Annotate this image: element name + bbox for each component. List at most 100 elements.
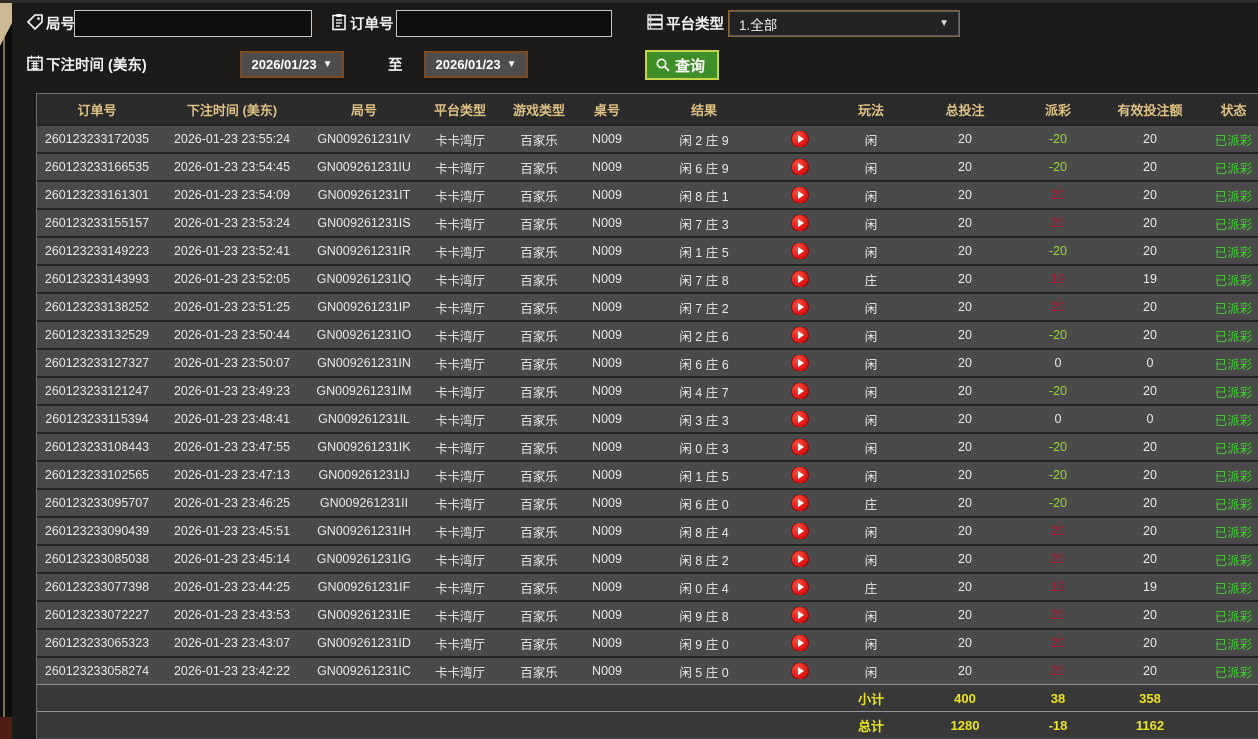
date-to-picker[interactable]: 2026/01/23 ▼ xyxy=(424,51,528,78)
bet-time-cell: 2026-01-23 23:47:13 xyxy=(173,468,291,482)
play-video-icon[interactable] xyxy=(792,327,808,343)
play-video-icon[interactable] xyxy=(792,523,808,539)
round-no-cell: GN009261231IT xyxy=(317,188,411,202)
platform-cell: 卡卡湾厅 xyxy=(434,413,485,428)
table-no-cell: N009 xyxy=(592,636,622,650)
date-from-picker[interactable]: 2026/01/23 ▼ xyxy=(240,51,344,78)
play-cell xyxy=(773,495,827,511)
round-no-cell: GN009261231IG xyxy=(316,552,412,566)
platform-cell: 卡卡湾厅 xyxy=(434,525,485,540)
bet-on-cell: 闲 xyxy=(864,217,878,232)
table-row: 260123233149223 2026-01-23 23:52:41 GN0092… xyxy=(37,236,1258,264)
bet-on-cell: 闲 xyxy=(864,189,878,204)
play-video-icon[interactable] xyxy=(792,355,808,371)
platform-cell: 卡卡湾厅 xyxy=(434,609,485,624)
game-type-cell: 百家乐 xyxy=(520,189,558,204)
play-video-icon[interactable] xyxy=(792,579,808,595)
play-video-icon[interactable] xyxy=(792,551,808,567)
order-no-cell: 260123233143993 xyxy=(44,272,150,286)
table-no-cell: N009 xyxy=(592,664,622,678)
bet-time-cell: 2026-01-23 23:43:53 xyxy=(173,608,291,622)
bet-on-cell: 闲 xyxy=(864,553,878,568)
play-video-icon[interactable] xyxy=(792,299,808,315)
game-type-cell: 百家乐 xyxy=(520,637,558,652)
subtotal-row: 小计 400 38 358 xyxy=(37,684,1258,711)
play-cell xyxy=(773,607,827,623)
round-no-cell: GN009261231IK xyxy=(317,440,411,454)
play-video-icon[interactable] xyxy=(792,271,808,287)
total-bet-cell: 20 xyxy=(958,580,972,594)
valid-bet-cell: 20 xyxy=(1143,552,1157,566)
bet-on-cell: 闲 xyxy=(864,413,878,428)
total-bet-cell: 20 xyxy=(958,664,972,678)
round-no-cell: GN009261231IE xyxy=(317,608,411,622)
table-no-cell: N009 xyxy=(592,188,622,202)
result-cell: 闲 1 庄 5 xyxy=(679,469,729,484)
play-cell xyxy=(773,215,827,231)
total-bet-cell: 20 xyxy=(958,356,972,370)
play-video-icon[interactable] xyxy=(792,607,808,623)
col-header-bet-on: 玩法 xyxy=(857,102,884,118)
play-video-icon[interactable] xyxy=(792,131,808,147)
order-no-cell: 260123233095707 xyxy=(44,496,150,510)
result-cell: 闲 3 庄 3 xyxy=(679,413,729,428)
table-row: 260123233121247 2026-01-23 23:49:23 GN0092… xyxy=(37,376,1258,404)
play-video-icon[interactable] xyxy=(792,495,808,511)
valid-bet-cell: 20 xyxy=(1143,244,1157,258)
total-bet-cell: 20 xyxy=(958,384,972,398)
play-cell xyxy=(773,523,827,539)
payout-cell: -20 xyxy=(1048,328,1068,342)
play-video-icon[interactable] xyxy=(792,215,808,231)
table-no-cell: N009 xyxy=(592,328,622,342)
platform-type-select[interactable]: 1.全部 ▼ xyxy=(728,10,960,37)
round-no-input[interactable] xyxy=(74,10,312,37)
status-cell: 已派彩 xyxy=(1214,301,1253,316)
search-button[interactable]: 查询 xyxy=(645,50,720,80)
game-type-cell: 百家乐 xyxy=(520,553,558,568)
play-video-icon[interactable] xyxy=(792,663,808,679)
play-cell xyxy=(773,243,827,259)
game-type-cell: 百家乐 xyxy=(520,245,558,260)
play-cell xyxy=(773,271,827,287)
platform-cell: 卡卡湾厅 xyxy=(434,441,485,456)
calendar-icon xyxy=(26,54,44,72)
status-cell: 已派彩 xyxy=(1214,357,1253,372)
play-cell xyxy=(773,131,827,147)
play-video-icon[interactable] xyxy=(792,411,808,427)
valid-bet-cell: 20 xyxy=(1143,496,1157,510)
payout-cell: 0 xyxy=(1054,356,1062,370)
order-no-cell: 260123233072227 xyxy=(44,608,150,622)
table-row: 260123233095707 2026-01-23 23:46:25 GN0092… xyxy=(37,488,1258,516)
order-no-input[interactable] xyxy=(396,10,612,37)
table-row: 260123233102565 2026-01-23 23:47:13 GN0092… xyxy=(37,460,1258,488)
bet-time-cell: 2026-01-23 23:51:25 xyxy=(173,300,291,314)
status-cell: 已派彩 xyxy=(1214,413,1253,428)
play-video-icon[interactable] xyxy=(792,467,808,483)
subtotal-total-bet: 400 xyxy=(954,690,976,706)
table-no-cell: N009 xyxy=(592,356,622,370)
table-no-cell: N009 xyxy=(592,244,622,258)
bet-on-cell: 闲 xyxy=(864,133,878,148)
play-video-icon[interactable] xyxy=(792,187,808,203)
round-no-cell: GN009261231IP xyxy=(317,300,411,314)
play-video-icon[interactable] xyxy=(792,383,808,399)
game-type-cell: 百家乐 xyxy=(520,133,558,148)
status-cell: 已派彩 xyxy=(1214,637,1253,652)
result-cell: 闲 8 庄 1 xyxy=(679,189,729,204)
total-bet-cell: 20 xyxy=(958,524,972,538)
col-header-order-no: 订单号 xyxy=(77,102,117,118)
play-cell xyxy=(773,327,827,343)
date-from-value: 2026/01/23 xyxy=(251,57,317,72)
order-no-cell: 260123233102565 xyxy=(44,468,150,482)
table-no-cell: N009 xyxy=(592,524,622,538)
valid-bet-cell: 19 xyxy=(1143,272,1157,286)
grand-total-row: 总计 1280 -18 1162 xyxy=(37,711,1258,738)
total-bet-cell: 20 xyxy=(958,608,972,622)
play-video-icon[interactable] xyxy=(792,635,808,651)
play-video-icon[interactable] xyxy=(792,439,808,455)
play-video-icon[interactable] xyxy=(792,159,808,175)
total-bet-cell: 20 xyxy=(958,272,972,286)
order-no-cell: 260123233077398 xyxy=(44,580,150,594)
play-video-icon[interactable] xyxy=(792,243,808,259)
total-bet-cell: 20 xyxy=(958,216,972,230)
